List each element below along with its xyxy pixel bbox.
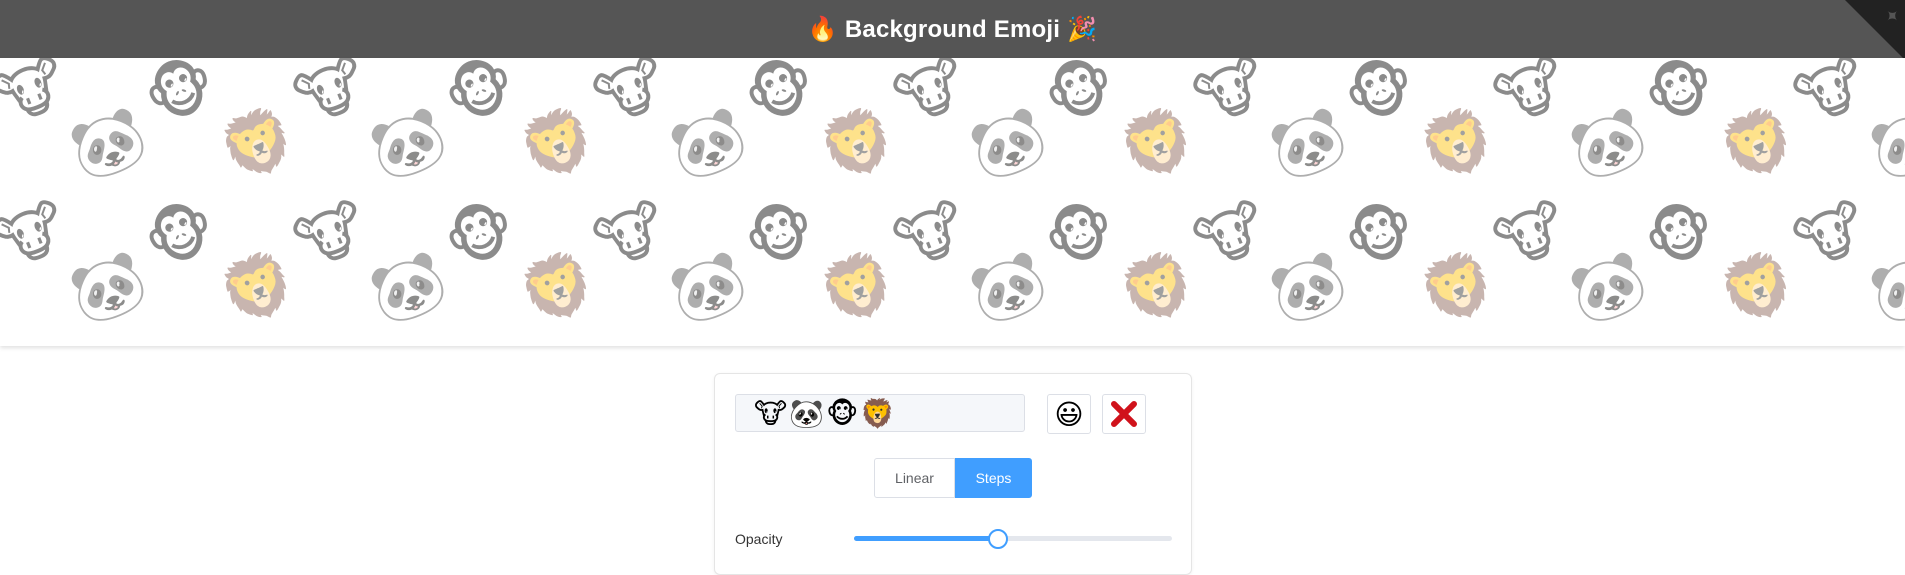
panda-emoji: 🐼 <box>1860 97 1905 191</box>
panda-emoji: 🐼 <box>1860 241 1905 335</box>
monkey-emoji: 🐵 <box>1035 58 1126 138</box>
lion-emoji: 🦁 <box>1110 241 1207 335</box>
lion-emoji: 🦁 <box>210 97 307 191</box>
panda-emoji: 🐼 <box>960 97 1057 191</box>
mode-toggle-group: Linear Steps <box>874 458 1032 498</box>
slider-fill <box>854 536 998 541</box>
panda-emoji: 🐼 <box>1260 241 1357 335</box>
emoji-picker-button[interactable]: 😃 <box>1047 394 1091 434</box>
cow-emoji: 🐮 <box>585 58 678 138</box>
opacity-slider[interactable] <box>854 529 1172 549</box>
monkey-emoji: 🐵 <box>135 190 226 282</box>
lion-emoji: 🦁 <box>510 241 607 335</box>
cow-emoji: 🐮 <box>1485 190 1578 282</box>
monkey-emoji: 🐵 <box>1635 58 1726 138</box>
cow-emoji: 🐮 <box>1785 190 1878 282</box>
lion-emoji: 🦁 <box>1410 97 1507 191</box>
panda-emoji: 🐼 <box>660 241 757 335</box>
settings-panel: 🐮🐼🐵🦁 😃 Linear Steps Opacity <box>714 373 1192 575</box>
lion-emoji: 🦁 <box>210 241 307 335</box>
emoji-input[interactable]: 🐮🐼🐵🦁 <box>735 394 1025 432</box>
monkey-emoji: 🐵 <box>135 58 226 138</box>
emoji-background-preview: 🐮 🐼 🐵 🦁 🐮 🐼 🐵 🦁 🐮 🐼 🐵 🦁 🐮 🐼 🐵 🦁 🐮 🐼 🐵 🦁 🐮 🐼 🐵 🦁 🐮 🐼 🐮 🐼 🐵 🦁 🐮 🐼 🐵 🦁 🐮 🐼 🐵 🦁 🐮 🐼… <box>0 58 1905 346</box>
cow-emoji: 🐮 <box>585 190 678 282</box>
lion-emoji: 🦁 <box>1110 97 1207 191</box>
monkey-emoji: 🐵 <box>735 190 826 282</box>
lion-emoji: 🦁 <box>1410 241 1507 335</box>
mode-linear-button[interactable]: Linear <box>874 458 955 498</box>
cow-emoji: 🐮 <box>885 190 978 282</box>
panda-emoji: 🐼 <box>660 97 757 191</box>
cross-mark-icon <box>1111 401 1137 427</box>
cow-emoji: 🐮 <box>1185 190 1278 282</box>
lion-emoji: 🦁 <box>810 241 907 335</box>
panda-emoji: 🐼 <box>60 97 157 191</box>
opacity-label: Opacity <box>735 531 783 547</box>
cow-emoji: 🐮 <box>1185 58 1278 138</box>
monkey-emoji: 🐵 <box>435 58 526 138</box>
panda-emoji: 🐼 <box>1560 97 1657 191</box>
panda-emoji: 🐼 <box>360 97 457 191</box>
lion-emoji: 🦁 <box>510 97 607 191</box>
cow-emoji: 🐮 <box>1785 58 1878 138</box>
panda-emoji: 🐼 <box>60 241 157 335</box>
panda-emoji: 🐼 <box>1560 241 1657 335</box>
panda-emoji: 🐼 <box>1260 97 1357 191</box>
page-title: 🔥 Background Emoji 🎉 <box>807 15 1098 43</box>
cow-emoji: 🐮 <box>885 58 978 138</box>
mode-steps-button[interactable]: Steps <box>955 458 1032 498</box>
monkey-emoji: 🐵 <box>435 190 526 282</box>
cow-emoji: 🐮 <box>285 190 378 282</box>
app-header: 🔥 Background Emoji 🎉 ✦ <box>0 0 1905 60</box>
lion-emoji: 🦁 <box>1710 241 1807 335</box>
clear-button[interactable] <box>1102 394 1146 434</box>
cow-emoji: 🐮 <box>1485 58 1578 138</box>
cow-emoji: 🐮 <box>0 58 78 138</box>
github-corner-link[interactable]: ✦ <box>1845 0 1905 60</box>
smiley-icon: 😃 <box>1054 397 1084 431</box>
monkey-emoji: 🐵 <box>1335 58 1426 138</box>
panda-emoji: 🐼 <box>960 241 1057 335</box>
panda-emoji: 🐼 <box>360 241 457 335</box>
monkey-emoji: 🐵 <box>1035 190 1126 282</box>
lion-emoji: 🦁 <box>1710 97 1807 191</box>
cow-emoji: 🐮 <box>0 190 78 282</box>
monkey-emoji: 🐵 <box>1635 190 1726 282</box>
monkey-emoji: 🐵 <box>1335 190 1426 282</box>
cow-emoji: 🐮 <box>285 58 378 138</box>
slider-thumb[interactable] <box>988 529 1009 549</box>
monkey-emoji: 🐵 <box>735 58 826 138</box>
lion-emoji: 🦁 <box>810 97 907 191</box>
